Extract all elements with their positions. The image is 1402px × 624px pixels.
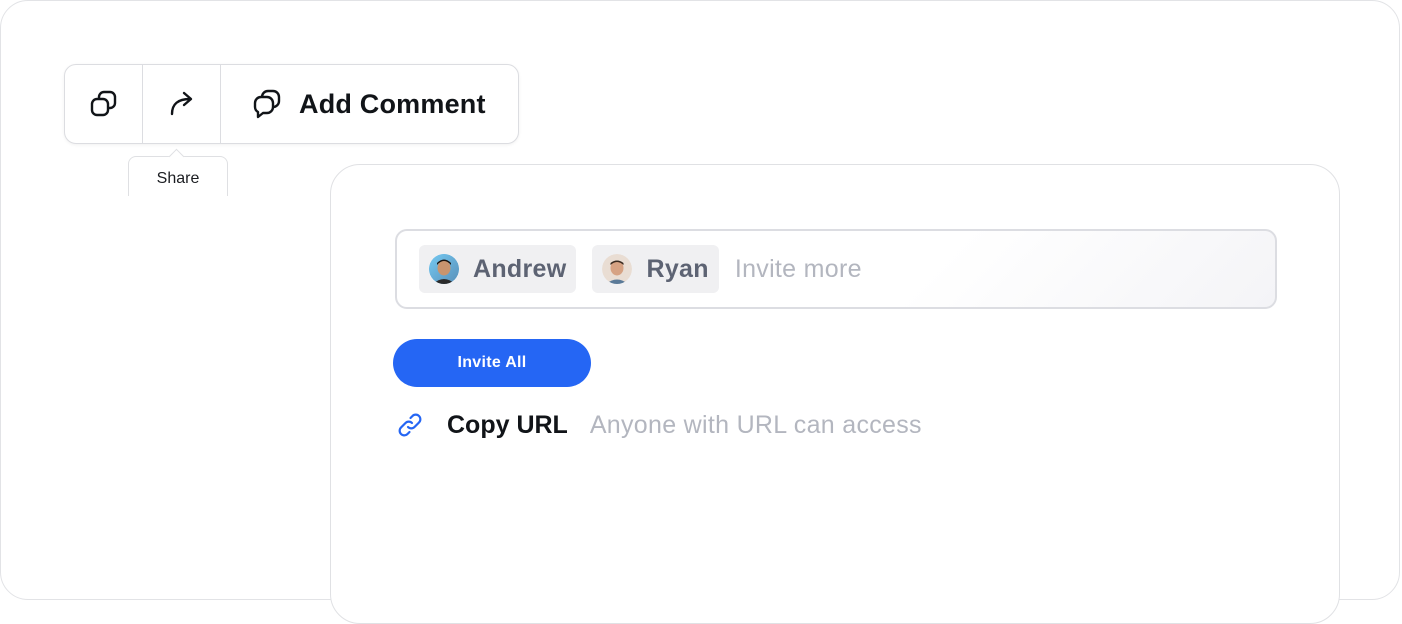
- share-panel: Andrew Ryan Invite All Copy URL Anyo: [330, 164, 1340, 624]
- invitee-name: Ryan: [646, 254, 709, 283]
- add-comment-button[interactable]: Add Comment: [221, 65, 518, 143]
- share-arrow-icon: [170, 91, 192, 116]
- invite-more-input[interactable]: [734, 254, 1035, 284]
- link-icon: [398, 413, 422, 437]
- invite-all-button[interactable]: Invite All: [393, 339, 591, 387]
- tooltip-text: Share: [156, 169, 200, 187]
- invitee-chip-andrew[interactable]: Andrew: [419, 245, 577, 293]
- copy-url-button[interactable]: Copy URL: [395, 410, 568, 440]
- share-button[interactable]: [143, 65, 221, 143]
- copy-url-row: Copy URL Anyone with URL can access: [395, 405, 922, 445]
- invitee-chip-ryan[interactable]: Ryan: [592, 245, 719, 293]
- duplicate-icon: [90, 90, 116, 117]
- avatar: [429, 254, 459, 284]
- avatar: [602, 254, 633, 284]
- add-comment-label: Add Comment: [299, 88, 486, 119]
- comment-icon: [253, 89, 281, 119]
- invitee-name: Andrew: [473, 254, 567, 283]
- copy-url-hint: Anyone with URL can access: [589, 410, 922, 439]
- copy-url-label: Copy URL: [447, 410, 568, 439]
- invite-field[interactable]: Andrew Ryan: [395, 229, 1277, 309]
- duplicate-button[interactable]: [65, 65, 143, 143]
- action-toolbar: Add Comment: [64, 64, 519, 144]
